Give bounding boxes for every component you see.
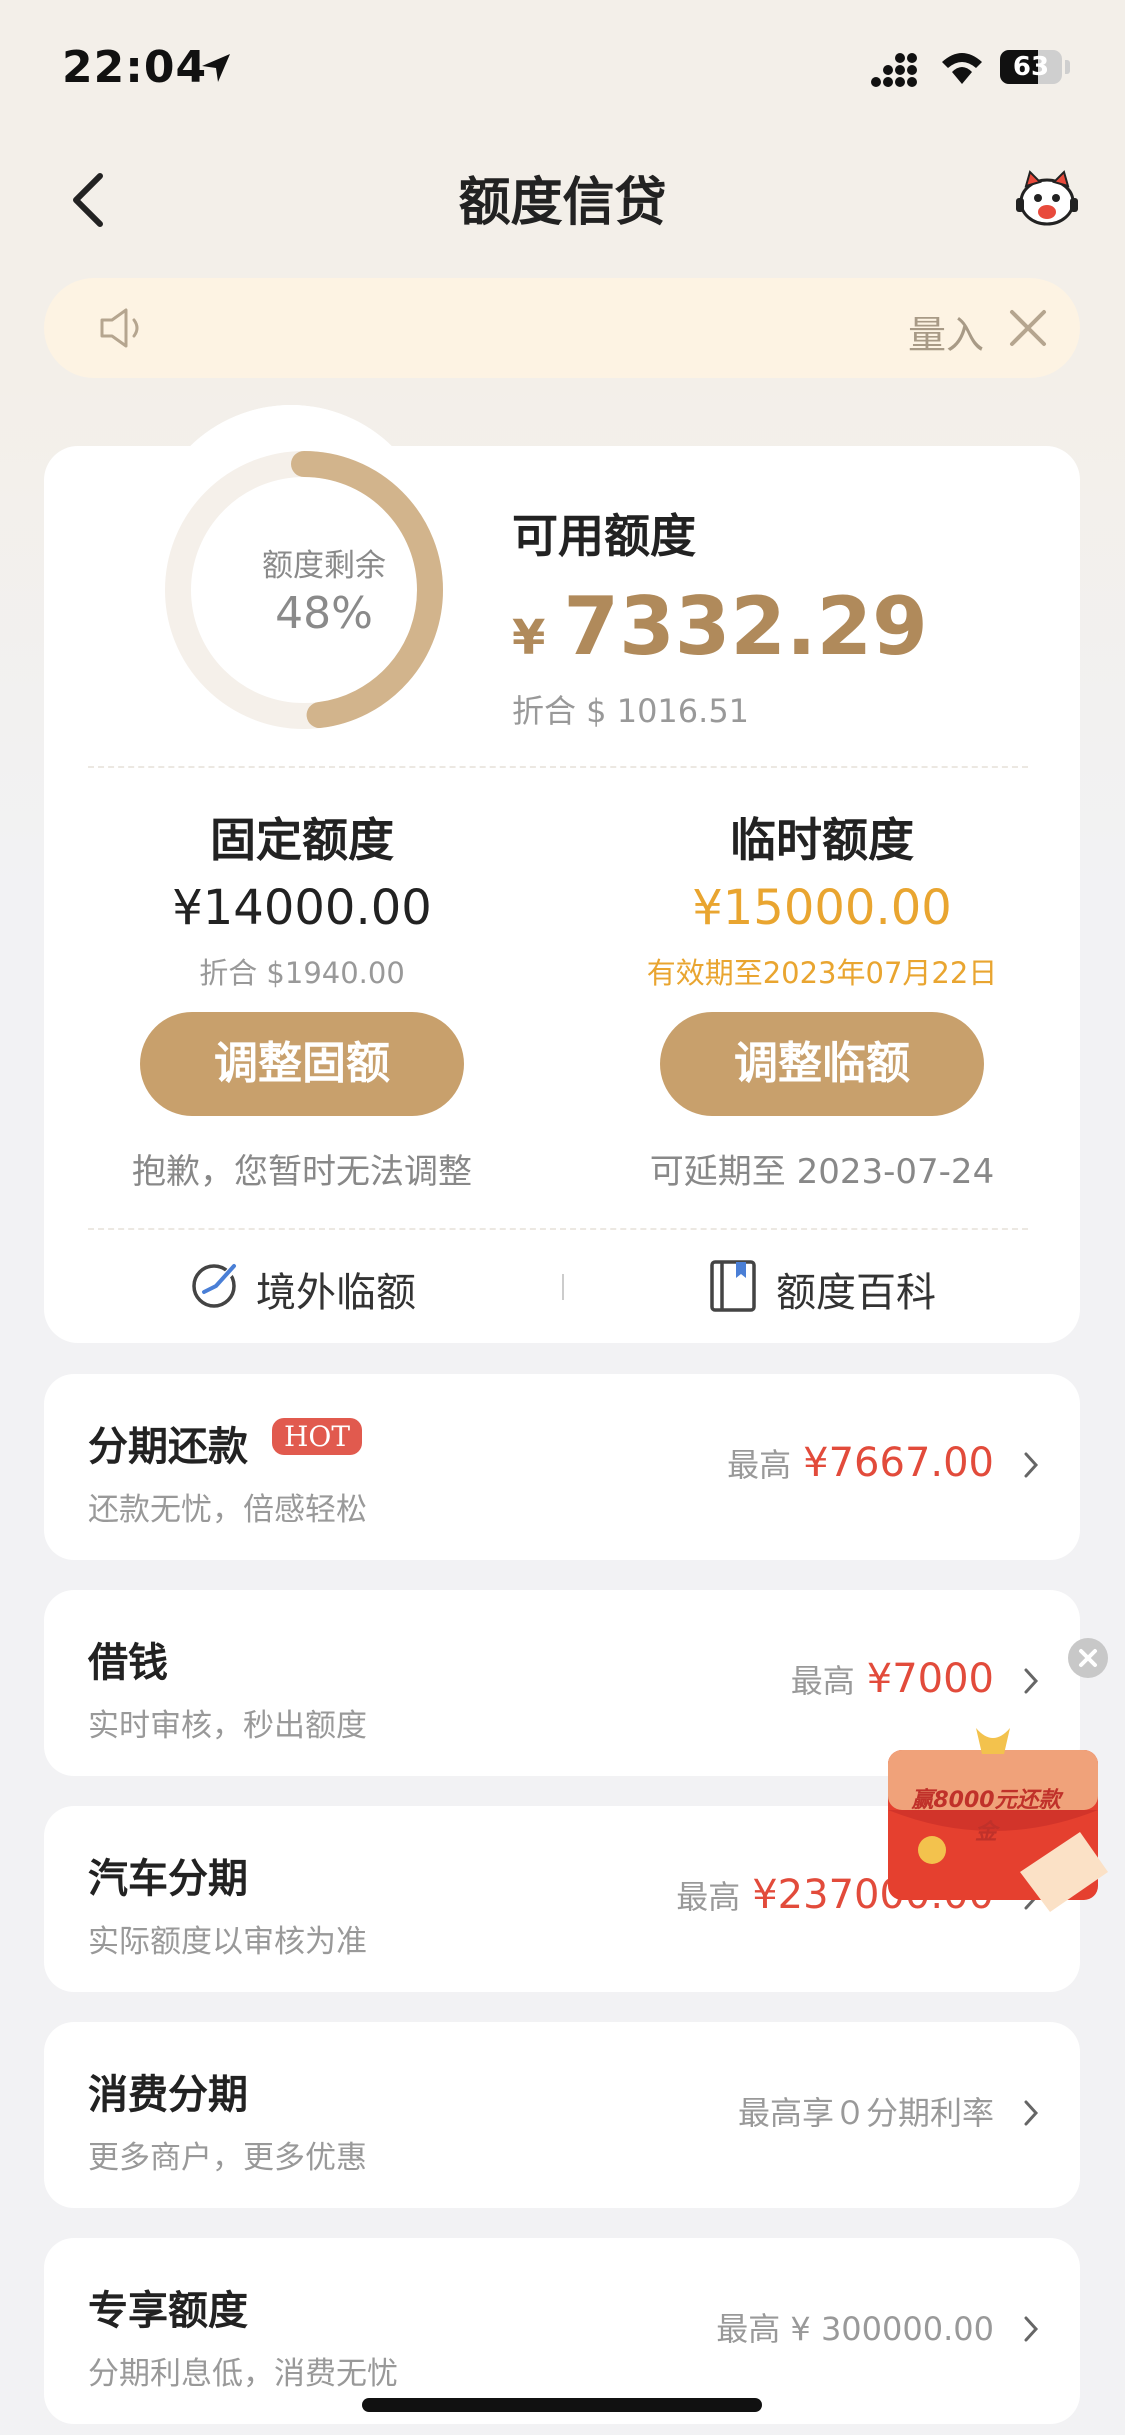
location-arrow-icon — [202, 54, 230, 82]
divider — [88, 1228, 1028, 1230]
chevron-right-icon — [1024, 2316, 1039, 2342]
list-item-consumer-installment[interactable]: 消费分期 更多商户，更多优惠 最高享０分期利率 — [44, 2022, 1080, 2208]
item-subtitle: 实际额度以审核为准 — [88, 1924, 367, 1960]
ring-percent: 48% — [275, 588, 373, 639]
fixed-quota-usd: 折合 $1940.00 — [199, 956, 405, 990]
item-max-amount: 最高 ¥7667.00 — [727, 1440, 994, 1486]
max-prefix: 最高 — [727, 1446, 792, 1484]
temp-quota-note: 可延期至 2023-07-24 — [649, 1152, 995, 1192]
globe-plane-icon[interactable] — [186, 1256, 242, 1312]
item-title: 分期还款 — [88, 1424, 248, 1470]
close-icon[interactable] — [1004, 304, 1052, 352]
ring-label: 额度剩余 — [262, 548, 386, 584]
max-prefix: 最高 — [790, 1662, 855, 1700]
battery-tip — [1065, 60, 1070, 74]
adjust-temp-button[interactable]: 调整临额 — [660, 1012, 984, 1116]
available-amount: 7332.29 — [563, 580, 928, 673]
divider — [88, 766, 1028, 768]
adjust-fixed-button[interactable]: 调整固额 — [140, 1012, 464, 1116]
temp-quota-expiry: 有效期至2023年07月22日 — [646, 956, 998, 990]
item-subtitle: 实时审核，秒出额度 — [88, 1708, 367, 1744]
currency-symbol: ¥ — [512, 610, 546, 666]
item-title: 专享额度 — [88, 2288, 248, 2334]
link-divider — [562, 1274, 564, 1300]
max-amount: ¥7000 — [866, 1656, 994, 1702]
item-subtitle: 分期利息低，消费无忧 — [88, 2356, 398, 2392]
book-icon[interactable] — [708, 1258, 760, 1314]
list-item-exclusive-quota[interactable]: 专享额度 分期利息低，消费无忧 最高 ¥ 300000.00 — [44, 2238, 1080, 2424]
fixed-quota-title: 固定额度 — [210, 813, 394, 867]
temp-quota-title: 临时额度 — [730, 813, 914, 867]
chevron-right-icon — [1024, 1452, 1039, 1478]
item-title: 消费分期 — [88, 2072, 248, 2118]
battery-level: 63 — [1012, 52, 1050, 82]
overseas-temp-quota-link[interactable]: 境外临额 — [256, 1260, 416, 1318]
status-time: 22:04 — [62, 42, 208, 93]
available-quota-label: 可用额度 — [512, 509, 696, 563]
close-icon — [1079, 1649, 1097, 1667]
item-title: 借钱 — [88, 1640, 168, 1686]
speaker-icon — [100, 308, 139, 348]
list-item-installment-repay[interactable]: 分期还款 HOT 还款无忧，倍感轻松 最高 ¥7667.00 — [44, 1374, 1080, 1560]
fixed-quota-note: 抱歉，您暂时无法调整 — [132, 1152, 472, 1192]
item-subtitle: 更多商户，更多优惠 — [88, 2140, 367, 2176]
fixed-quota-amount: ¥14000.00 — [172, 880, 432, 936]
available-usd: 折合 $ 1016.51 — [512, 692, 750, 730]
item-title: 汽车分期 — [88, 1856, 248, 1902]
notice-bar[interactable]: 量入 — [44, 278, 1080, 378]
page-title: 额度信贷 — [458, 173, 667, 233]
chevron-right-icon — [1024, 1668, 1039, 1694]
max-amount: ¥7667.00 — [803, 1440, 994, 1486]
mascot-service-icon[interactable] — [1014, 168, 1080, 228]
signal-icon — [871, 53, 917, 87]
item-offer: 最高 ¥ 300000.00 — [716, 2310, 994, 2348]
promo-close-button[interactable] — [1068, 1638, 1108, 1678]
max-prefix: 最高 — [676, 1878, 741, 1916]
quota-wiki-link[interactable]: 额度百科 — [776, 1260, 936, 1318]
promo-text: 赢8000元还款金 — [911, 1788, 1061, 1845]
hot-badge: HOT — [272, 1418, 363, 1455]
temp-quota-amount: ¥15000.00 — [692, 880, 952, 936]
item-max-amount: 最高 ¥7000 — [791, 1656, 994, 1702]
wifi-icon — [942, 53, 982, 84]
available-quota-value: ¥7332.29 — [512, 580, 928, 673]
battery-indicator: 63 — [1000, 50, 1062, 84]
notice-text: 量入 — [908, 313, 985, 357]
item-subtitle: 还款无忧，倍感轻松 — [88, 1492, 367, 1528]
chevron-right-icon — [1024, 2100, 1039, 2126]
item-offer: 最高享０分期利率 — [737, 2094, 994, 2132]
home-indicator — [362, 2398, 762, 2412]
